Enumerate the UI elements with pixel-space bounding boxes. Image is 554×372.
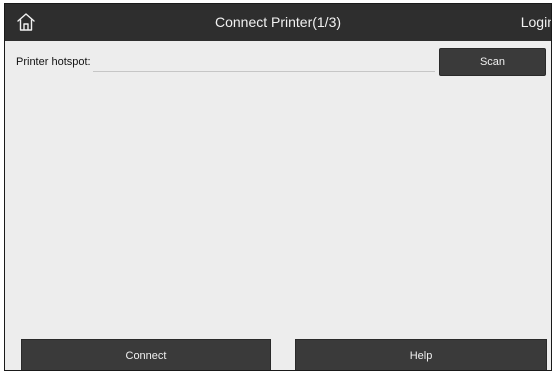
connect-button[interactable]: Connect: [21, 339, 271, 370]
help-button[interactable]: Help: [295, 339, 547, 370]
page-title: Connect Printer(1/3): [214, 14, 342, 30]
app-window: Connect Printer(1/3) Login Printer hotsp…: [4, 3, 552, 371]
printer-hotspot-input[interactable]: [93, 52, 435, 72]
home-icon: [17, 13, 35, 31]
login-button[interactable]: Login: [521, 4, 551, 41]
home-button[interactable]: [11, 8, 41, 36]
scan-button[interactable]: Scan: [439, 48, 546, 76]
printer-hotspot-label: Printer hotspot:: [16, 56, 91, 68]
top-bar: Connect Printer(1/3) Login: [5, 4, 551, 41]
